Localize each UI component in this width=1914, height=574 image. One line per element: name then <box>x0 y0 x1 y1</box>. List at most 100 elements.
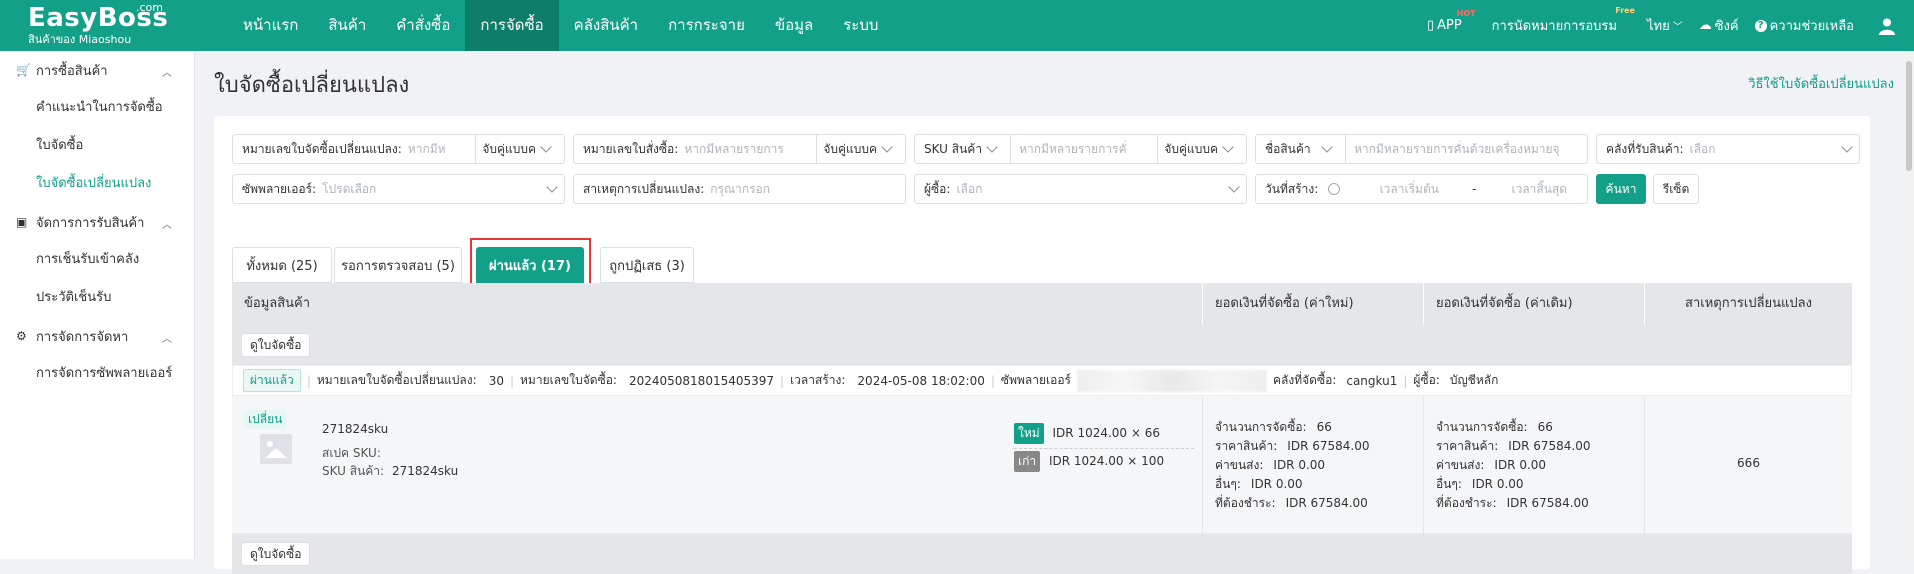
reset-button[interactable]: รีเซ็ต <box>1653 174 1699 204</box>
nav-orders[interactable]: คำสั่งซื้อ <box>381 0 465 51</box>
sidebar-item-purchase-changes[interactable]: ใบจัดซื้อเปลี่ยนแปลง <box>0 165 194 203</box>
amount-label: จำนวนการจัดซื้อ: <box>1215 420 1307 434</box>
cart-icon: 🛒 <box>16 63 31 77</box>
nav-distribution[interactable]: การกระจาย <box>653 0 760 51</box>
image-placeholder-icon <box>260 434 292 464</box>
sync-button[interactable]: ☁ ซิงค์ <box>1699 15 1739 36</box>
nav-purchasing[interactable]: การจัดซื้อ <box>465 0 559 51</box>
sidebar-item-supplier-management[interactable]: การจัดการซัพพลายเออร์ <box>0 355 194 393</box>
how-to-link[interactable]: วิธีใช้ใบจัดซื้อเปลี่ยนแปลง <box>1748 73 1894 94</box>
sidebar-item-receive-into-warehouse[interactable]: การเช็นรับเข้าคลัง <box>0 241 194 279</box>
amount-new-cell: จำนวนการจัดซื้อ: 66 ราคาสินค้า: IDR 67584.… <box>1203 396 1424 534</box>
amount-line: ราคาสินค้า: IDR 67584.00 <box>1215 437 1370 456</box>
tab-all[interactable]: ทั้งหมด (25) <box>232 247 332 283</box>
sidebar-group-receiving[interactable]: ▣ จัดการการรับสินค้า ︿ <box>0 203 194 241</box>
reason-input[interactable]: กรุณากรอก <box>710 180 905 199</box>
tab-rejected[interactable]: ถูกปฏิเสธ (3) <box>600 247 694 283</box>
help-button[interactable]: ? ความช่วยเหลือ <box>1754 15 1854 36</box>
training-link[interactable]: การนัดหมายการอบรม Free <box>1492 6 1635 36</box>
view-po-button[interactable]: ดูใบจัดซื้อ <box>241 333 311 357</box>
logo-subtitle: สินค้าของ Miaoshou <box>28 33 132 46</box>
header-amount-new: ยอดเงินที่จัดซื้อ (ค่าใหม่) <box>1203 283 1424 325</box>
amount-line: ค่าขนส่ง: IDR 0.00 <box>1215 456 1325 475</box>
buyer-label: ผู้ซื้อ: <box>924 181 951 196</box>
change-no-input[interactable]: หากมีห <box>408 140 476 159</box>
logo[interactable]: EasyBoss .com สินค้าของ Miaoshou <box>28 1 168 46</box>
warehouse-filter[interactable]: คลังที่รับสินค้า: เลือก <box>1596 134 1860 164</box>
hot-badge: HOT <box>1456 9 1476 18</box>
amount-label: ค่าขนส่ง: <box>1215 458 1264 472</box>
spec-label: สเปค SKU: <box>322 446 381 460</box>
nav-home[interactable]: หน้าแรก <box>228 0 313 51</box>
chevron-up-icon: ︿ <box>162 334 172 345</box>
divider: | <box>306 373 311 388</box>
sidebar-item-purchase-orders[interactable]: ใบจัดซื้อ <box>0 127 194 165</box>
chevron-up-icon: ︿ <box>162 220 172 231</box>
product-name-input[interactable]: หากมีหลายรายการคั่นด้วยเครื่องหมายจุ <box>1346 140 1587 159</box>
table-row: เปลี่ยน 271824sku สเปค SKU: SKU สินค้า: … <box>232 396 1852 534</box>
free-badge: Free <box>1615 6 1635 15</box>
old-tag: เก่า <box>1014 451 1041 472</box>
logo-com: .com <box>136 1 163 14</box>
sku-match-select[interactable]: จับคู่แบบค <box>1157 135 1246 163</box>
product-name-filter[interactable]: ชื่อสินค้า หากมีหลายรายการคั่นด้วยเครื่อ… <box>1255 134 1588 164</box>
sku-input[interactable]: หากมีหลายรายการคั่ <box>1011 140 1157 159</box>
warehouse-select[interactable]: เลือก <box>1690 140 1837 159</box>
order-no-input[interactable]: หากมีหลายรายการ <box>684 140 816 159</box>
sidebar-group-purchasing[interactable]: 🛒 การซื้อสินค้า ︿ <box>0 51 194 89</box>
user-avatar[interactable] <box>1878 17 1896 35</box>
name-type-select[interactable]: ชื่อสินค้า <box>1256 135 1346 163</box>
order-no-match-select[interactable]: จับคู่แบบค <box>816 135 905 163</box>
created-date-filter[interactable]: วันที่สร้าง: เวลาเริ่มต้น - เวลาสิ้นสุด <box>1255 174 1588 204</box>
supplier-select[interactable]: โปรดเลือก <box>322 180 542 199</box>
po-no-value[interactable]: 2024050818015405397 <box>629 374 774 388</box>
sku-filter[interactable]: SKU สินค้า หากมีหลายรายการคั่ จับคู่แบบค <box>914 134 1247 164</box>
supplier-filter[interactable]: ซัพพลายเออร์: โปรดเลือก <box>232 174 565 204</box>
amount-label: ราคาสินค้า: <box>1436 439 1499 453</box>
amount-line: จำนวนการจัดซื้อ: 66 <box>1436 418 1553 437</box>
divider: | <box>509 373 515 388</box>
buyer-filter[interactable]: ผู้ซื้อ: เลือก <box>914 174 1247 204</box>
record-group-header: ดูใบจัดซื้อ <box>232 534 1852 574</box>
nav-data[interactable]: ข้อมูล <box>760 0 828 51</box>
buyer-select[interactable]: เลือก <box>956 180 1224 199</box>
amount-value: IDR 67584.00 <box>1508 439 1591 453</box>
reason-filter[interactable]: สาเหตุการเปลี่ยนแปลง: กรุณากรอก <box>573 174 906 204</box>
buyer-label: ผู้ซื้อ: <box>1413 373 1440 387</box>
nav-system[interactable]: ระบบ <box>828 0 893 51</box>
change-no-match-select[interactable]: จับคู่แบบค <box>475 135 564 163</box>
search-button[interactable]: ค้นหา <box>1596 174 1646 204</box>
change-reason-value: 666 <box>1737 456 1760 470</box>
sidebar: 🛒 การซื้อสินค้า ︿ คำแนะนำในการจัดซื้อ ใบ… <box>0 51 195 559</box>
amount-label: อื่นๆ: <box>1215 477 1241 491</box>
sidebar-group-sourcing[interactable]: ⚙ การจัดการจัดหา ︿ <box>0 317 194 355</box>
date-end-input[interactable]: เวลาสิ้นสุด <box>1494 180 1584 199</box>
amount-value: IDR 67584.00 <box>1506 496 1589 510</box>
new-tag: ใหม่ <box>1014 423 1044 444</box>
order-no-filter[interactable]: หมายเลขใบสั่งซื้อ: หากมีหลายรายการ จับคู… <box>573 134 906 164</box>
chevron-down-icon <box>1321 141 1333 153</box>
scrollbar-thumb[interactable] <box>1906 61 1912 171</box>
old-price: IDR 1024.00 × 100 <box>1048 454 1165 468</box>
app-label: APP <box>1437 18 1462 33</box>
question-icon: ? <box>1754 19 1767 32</box>
page-scrollbar[interactable] <box>1904 51 1914 559</box>
status-badge: ผ่านแล้ว <box>243 369 301 392</box>
date-start-input[interactable]: เวลาเริ่มต้น <box>1364 180 1454 199</box>
amount-value: IDR 0.00 <box>1250 477 1303 491</box>
sidebar-item-receive-history[interactable]: ประวัติเช็นรับ <box>0 279 194 317</box>
match-label: จับคู่แบบค <box>482 141 536 156</box>
view-po-button[interactable]: ดูใบจัดซื้อ <box>241 542 311 566</box>
amount-line: ราคาสินค้า: IDR 67584.00 <box>1436 437 1591 456</box>
nav-products[interactable]: สินค้า <box>313 0 381 51</box>
nav-warehouse[interactable]: คลังสินค้า <box>559 0 653 51</box>
divider: | <box>990 373 995 388</box>
language-select[interactable]: ไทย ﹀ <box>1647 15 1683 36</box>
header-change-reason: สาเหตุการเปลี่ยนแปลง <box>1685 296 1812 311</box>
app-link[interactable]: ▯ APP HOT <box>1427 9 1476 33</box>
sku-type-select[interactable]: SKU สินค้า <box>915 135 1012 163</box>
change-no-filter[interactable]: หมายเลขใบจัดซื้อเปลี่ยนแปลง: หากมีห จับค… <box>232 134 565 164</box>
sidebar-item-purchase-suggestion[interactable]: คำแนะนำในการจัดซื้อ <box>0 89 194 127</box>
product-info-cell: เปลี่ยน 271824sku สเปค SKU: SKU สินค้า: … <box>232 396 1203 534</box>
tab-pending[interactable]: รอการตรวจสอบ (5) <box>334 247 462 283</box>
